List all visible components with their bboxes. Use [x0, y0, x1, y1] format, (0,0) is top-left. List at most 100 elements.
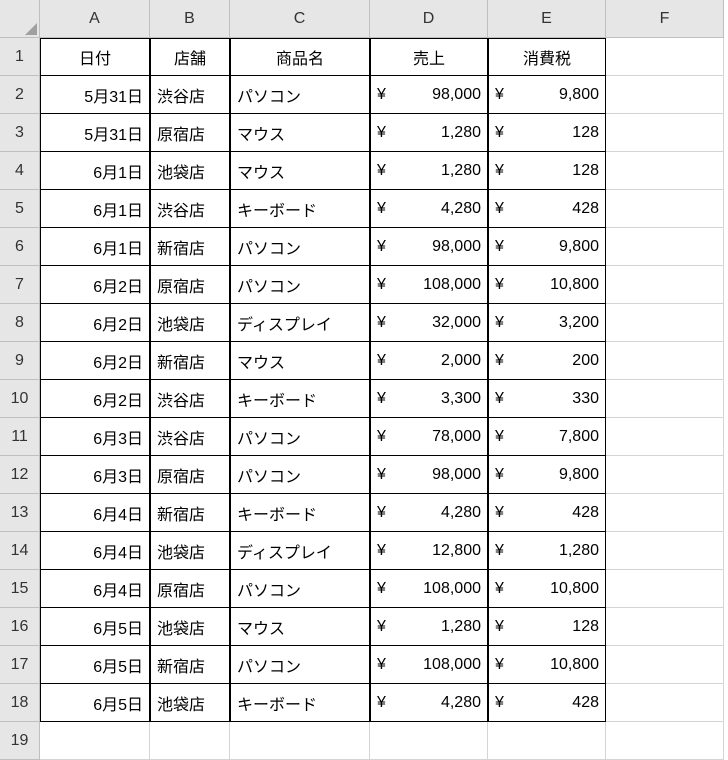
cell-date[interactable]: 6月4日 [40, 570, 150, 608]
cell-product[interactable]: キーボード [230, 380, 370, 418]
cell-product[interactable]: マウス [230, 608, 370, 646]
row-header-11[interactable]: 11 [0, 418, 40, 456]
spreadsheet-grid[interactable]: ABCDEF1日付店舗商品名売上消費税25月31日渋谷店パソコン¥98,000¥… [0, 0, 728, 760]
column-header-F[interactable]: F [606, 0, 724, 38]
cell-F12[interactable] [606, 456, 724, 494]
cell-store[interactable]: 渋谷店 [150, 418, 230, 456]
cell-tax[interactable]: ¥10,800 [488, 646, 606, 684]
cell-product[interactable]: パソコン [230, 646, 370, 684]
cell-store[interactable]: 新宿店 [150, 494, 230, 532]
cell-sales[interactable]: ¥4,280 [370, 684, 488, 722]
cell-store[interactable]: 渋谷店 [150, 380, 230, 418]
cell-product[interactable]: ディスプレイ [230, 304, 370, 342]
cell-date[interactable]: 6月4日 [40, 532, 150, 570]
cell-date[interactable]: 5月31日 [40, 114, 150, 152]
cell-date[interactable]: 5月31日 [40, 76, 150, 114]
cell-E19[interactable] [488, 722, 606, 760]
cell-sales[interactable]: ¥98,000 [370, 76, 488, 114]
row-header-8[interactable]: 8 [0, 304, 40, 342]
cell-tax[interactable]: ¥9,800 [488, 228, 606, 266]
cell-sales[interactable]: ¥108,000 [370, 266, 488, 304]
row-header-4[interactable]: 4 [0, 152, 40, 190]
cell-tax[interactable]: ¥7,800 [488, 418, 606, 456]
cell-date[interactable]: 6月5日 [40, 608, 150, 646]
cell-date[interactable]: 6月2日 [40, 342, 150, 380]
cell-store[interactable]: 池袋店 [150, 304, 230, 342]
cell-product[interactable]: パソコン [230, 228, 370, 266]
cell-store[interactable]: 原宿店 [150, 456, 230, 494]
cell-product[interactable]: パソコン [230, 570, 370, 608]
cell-tax[interactable]: ¥10,800 [488, 266, 606, 304]
cell-tax[interactable]: ¥1,280 [488, 532, 606, 570]
row-header-3[interactable]: 3 [0, 114, 40, 152]
cell-product[interactable]: キーボード [230, 684, 370, 722]
row-header-2[interactable]: 2 [0, 76, 40, 114]
cell-F9[interactable] [606, 342, 724, 380]
cell-store[interactable]: 新宿店 [150, 646, 230, 684]
table-header-product[interactable]: 商品名 [230, 38, 370, 76]
cell-store[interactable]: 原宿店 [150, 114, 230, 152]
cell-tax[interactable]: ¥10,800 [488, 570, 606, 608]
row-header-17[interactable]: 17 [0, 646, 40, 684]
row-header-19[interactable]: 19 [0, 722, 40, 760]
cell-sales[interactable]: ¥78,000 [370, 418, 488, 456]
cell-product[interactable]: パソコン [230, 418, 370, 456]
cell-tax[interactable]: ¥428 [488, 190, 606, 228]
cell-F1[interactable] [606, 38, 724, 76]
table-header-store[interactable]: 店舗 [150, 38, 230, 76]
cell-F14[interactable] [606, 532, 724, 570]
row-header-1[interactable]: 1 [0, 38, 40, 76]
cell-F13[interactable] [606, 494, 724, 532]
cell-sales[interactable]: ¥32,000 [370, 304, 488, 342]
row-header-16[interactable]: 16 [0, 608, 40, 646]
cell-sales[interactable]: ¥1,280 [370, 114, 488, 152]
select-all-corner[interactable] [0, 0, 40, 38]
column-header-A[interactable]: A [40, 0, 150, 38]
cell-F19[interactable] [606, 722, 724, 760]
cell-date[interactable]: 6月2日 [40, 266, 150, 304]
row-header-12[interactable]: 12 [0, 456, 40, 494]
cell-date[interactable]: 6月3日 [40, 456, 150, 494]
cell-date[interactable]: 6月3日 [40, 418, 150, 456]
cell-sales[interactable]: ¥4,280 [370, 190, 488, 228]
cell-date[interactable]: 6月4日 [40, 494, 150, 532]
cell-store[interactable]: 新宿店 [150, 228, 230, 266]
cell-store[interactable]: 渋谷店 [150, 76, 230, 114]
cell-sales[interactable]: ¥108,000 [370, 646, 488, 684]
row-header-7[interactable]: 7 [0, 266, 40, 304]
cell-tax[interactable]: ¥9,800 [488, 76, 606, 114]
cell-F17[interactable] [606, 646, 724, 684]
table-header-sales[interactable]: 売上 [370, 38, 488, 76]
cell-tax[interactable]: ¥3,200 [488, 304, 606, 342]
cell-store[interactable]: 池袋店 [150, 532, 230, 570]
cell-product[interactable]: キーボード [230, 494, 370, 532]
cell-store[interactable]: 新宿店 [150, 342, 230, 380]
cell-sales[interactable]: ¥4,280 [370, 494, 488, 532]
row-header-15[interactable]: 15 [0, 570, 40, 608]
cell-F16[interactable] [606, 608, 724, 646]
cell-product[interactable]: キーボード [230, 190, 370, 228]
column-header-E[interactable]: E [488, 0, 606, 38]
cell-C19[interactable] [230, 722, 370, 760]
cell-product[interactable]: パソコン [230, 266, 370, 304]
cell-tax[interactable]: ¥128 [488, 152, 606, 190]
cell-date[interactable]: 6月1日 [40, 190, 150, 228]
table-header-date[interactable]: 日付 [40, 38, 150, 76]
cell-sales[interactable]: ¥2,000 [370, 342, 488, 380]
cell-date[interactable]: 6月5日 [40, 684, 150, 722]
row-header-13[interactable]: 13 [0, 494, 40, 532]
cell-sales[interactable]: ¥1,280 [370, 608, 488, 646]
cell-F2[interactable] [606, 76, 724, 114]
cell-store[interactable]: 池袋店 [150, 684, 230, 722]
cell-sales[interactable]: ¥108,000 [370, 570, 488, 608]
cell-A19[interactable] [40, 722, 150, 760]
cell-tax[interactable]: ¥428 [488, 494, 606, 532]
cell-F6[interactable] [606, 228, 724, 266]
cell-store[interactable]: 原宿店 [150, 570, 230, 608]
cell-date[interactable]: 6月2日 [40, 380, 150, 418]
cell-F3[interactable] [606, 114, 724, 152]
cell-date[interactable]: 6月1日 [40, 152, 150, 190]
cell-sales[interactable]: ¥98,000 [370, 228, 488, 266]
cell-tax[interactable]: ¥9,800 [488, 456, 606, 494]
cell-F8[interactable] [606, 304, 724, 342]
